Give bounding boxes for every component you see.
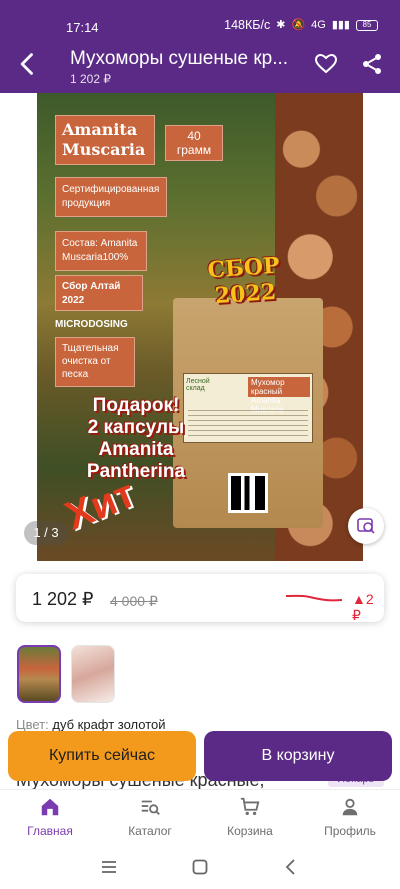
nav-cart[interactable]: Корзина <box>210 796 290 838</box>
thumbnail-2[interactable] <box>71 645 115 703</box>
photo-gift-text: Подарок! 2 капсулы Amanita Pantherina <box>51 395 221 483</box>
price-delta: ▲2 ₽ <box>352 591 374 623</box>
photo-microdosing: MICRODOSING <box>55 319 128 330</box>
mute-icon: 🔕 <box>291 19 306 31</box>
product-photo[interactable]: Amanita Muscaria 40 грамм Сертифицирован… <box>37 93 363 561</box>
variant-label: Цвет: <box>16 717 49 732</box>
photo-gift-line2: 2 капсулы <box>87 417 185 438</box>
photo-name-line1: Amanita <box>62 120 138 139</box>
thumbnail-1[interactable] <box>17 645 61 703</box>
status-icons: 148КБ/с ✱ 🔕 4G ▮▮▮ 85 <box>224 18 378 32</box>
photo-tag-harvest: Сбор Алтай 2022 <box>55 275 143 311</box>
nav-profile[interactable]: Профиль <box>310 796 390 838</box>
back-arrow-icon[interactable] <box>14 50 42 78</box>
nav-catalog-label: Каталог <box>128 824 172 838</box>
photo-gift-line1: Подарок! <box>92 395 180 416</box>
home-icon <box>41 798 59 816</box>
share-icon[interactable] <box>360 52 384 76</box>
product-gallery[interactable]: Amanita Muscaria 40 грамм Сертифицирован… <box>0 93 400 563</box>
nav-cart-label: Корзина <box>227 824 273 838</box>
photo-name-line2: Muscaria <box>62 140 146 159</box>
bag-label-name: Мухомор красный Amanita Muscaria <box>248 377 310 414</box>
nav-catalog[interactable]: Каталог <box>110 796 190 838</box>
heart-icon[interactable] <box>314 52 338 76</box>
price-history-sparkline[interactable] <box>284 586 344 610</box>
menu-icon[interactable] <box>100 858 118 881</box>
image-search-button[interactable] <box>348 508 384 544</box>
back-triangle-icon[interactable] <box>282 858 300 881</box>
variant-line: Цвет: дуб крафт золотой <box>16 717 166 732</box>
app-bar: Мухоморы сушеные кр... 1 202 ₽ <box>0 38 400 93</box>
page-title: Мухоморы сушеные кр... <box>70 48 289 69</box>
battery-icon: 85 <box>356 19 378 31</box>
nav-home-label: Главная <box>27 824 73 838</box>
photo-tag-cleaning: Тщательная очистка от песка <box>55 337 135 387</box>
status-bar: 17:14 148КБ/с ✱ 🔕 4G ▮▮▮ 85 <box>0 0 400 35</box>
photo-tag-certified: Сертифицированная продукция <box>55 177 167 217</box>
current-price: 1 202 ₽ <box>32 589 94 609</box>
buy-now-button[interactable]: Купить сейчас <box>8 731 196 781</box>
signal-icon: ▮▮▮ <box>331 19 350 31</box>
network-speed: 148КБ/с <box>224 18 271 32</box>
network-type: 4G <box>311 19 326 31</box>
profile-icon <box>342 798 358 816</box>
photo-tag-weight: 40 грамм <box>165 125 223 161</box>
photo-tag-name: Amanita Muscaria <box>55 115 155 165</box>
photo-weight-unit: грамм <box>176 143 212 157</box>
top-bar: 17:14 148КБ/с ✱ 🔕 4G ▮▮▮ 85 Мухоморы суш… <box>0 0 400 93</box>
qr-code-image <box>228 473 268 513</box>
photo-harvest-year: СБОР 2022 <box>195 252 293 311</box>
bottom-navigation: Главная Каталог Корзина Профиль <box>0 789 400 845</box>
photo-gift-line4: Pantherina <box>86 461 186 482</box>
photo-tag-composition: Состав: Amanita Muscaria100% <box>55 231 147 271</box>
old-price: 4 000 ₽ <box>110 593 158 609</box>
page-subtitle-price: 1 202 ₽ <box>70 72 111 86</box>
price-card[interactable]: 1 202 ₽ 4 000 ₽ ▲2 ₽ <box>16 574 384 623</box>
square-icon[interactable] <box>191 858 209 881</box>
nav-profile-label: Профиль <box>324 824 376 838</box>
bag-brand: Лесной склад <box>186 378 210 392</box>
catalog-icon <box>141 800 160 815</box>
system-navigation-bar <box>0 846 400 889</box>
image-search-icon <box>357 518 375 534</box>
nav-home[interactable]: Главная <box>10 796 90 838</box>
photo-gift-line3: Amanita <box>98 439 174 460</box>
add-to-cart-button[interactable]: В корзину <box>204 731 392 781</box>
cart-icon <box>240 797 260 816</box>
bluetooth-icon: ✱ <box>276 19 286 31</box>
variant-value: дуб крафт золотой <box>52 717 166 732</box>
status-time: 17:14 <box>66 20 99 35</box>
photo-weight-value: 40 <box>187 129 201 143</box>
gallery-counter: 1 / 3 <box>24 521 68 545</box>
